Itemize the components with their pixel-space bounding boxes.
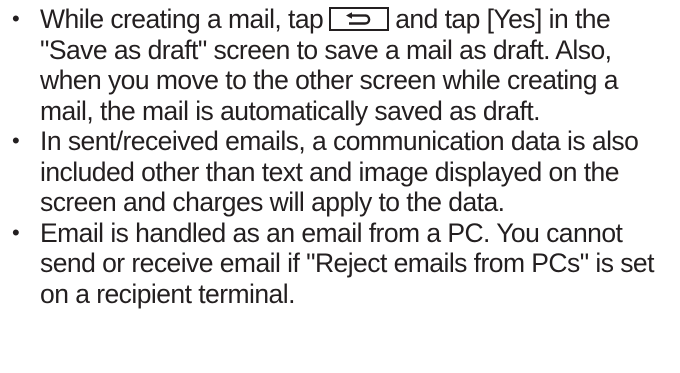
note-line: included other than text and image displ… — [40, 156, 619, 187]
bullet: • — [12, 219, 20, 245]
note-line: screen and charges will apply to the dat… — [40, 187, 505, 217]
note-line: Email is handled as an email from a PC. … — [40, 217, 623, 248]
back-arrow-icon — [329, 7, 390, 31]
note-line: on a recipient terminal. — [40, 278, 295, 309]
note-item-pc-email: • Email is handled as an email from a PC… — [10, 218, 674, 310]
note-line: While creating a mail, tap and tap [Yes] … — [40, 4, 674, 35]
bullet: • — [12, 6, 20, 31]
note-item-charges: • In sent/received emails, a communicati… — [10, 126, 674, 218]
note-line: mail, the mail is automatically saved as… — [40, 95, 541, 126]
note-text: While creating a mail, tap — [40, 4, 324, 34]
note-line: send or receive email if "Reject emails … — [40, 248, 654, 278]
note-item-save-draft: • While creating a mail, tap and tap [Yes… — [10, 4, 674, 126]
note-text: and tap [Yes] in the — [395, 4, 611, 34]
bullet: • — [12, 128, 20, 153]
note-line: In sent/received emails, a communication… — [40, 126, 639, 156]
note-line: when you move to the other screen while … — [40, 65, 618, 95]
notes-list: • While creating a mail, tap and tap [Yes… — [10, 4, 674, 309]
note-line: "Save as draft" screen to save a mail as… — [40, 34, 612, 65]
